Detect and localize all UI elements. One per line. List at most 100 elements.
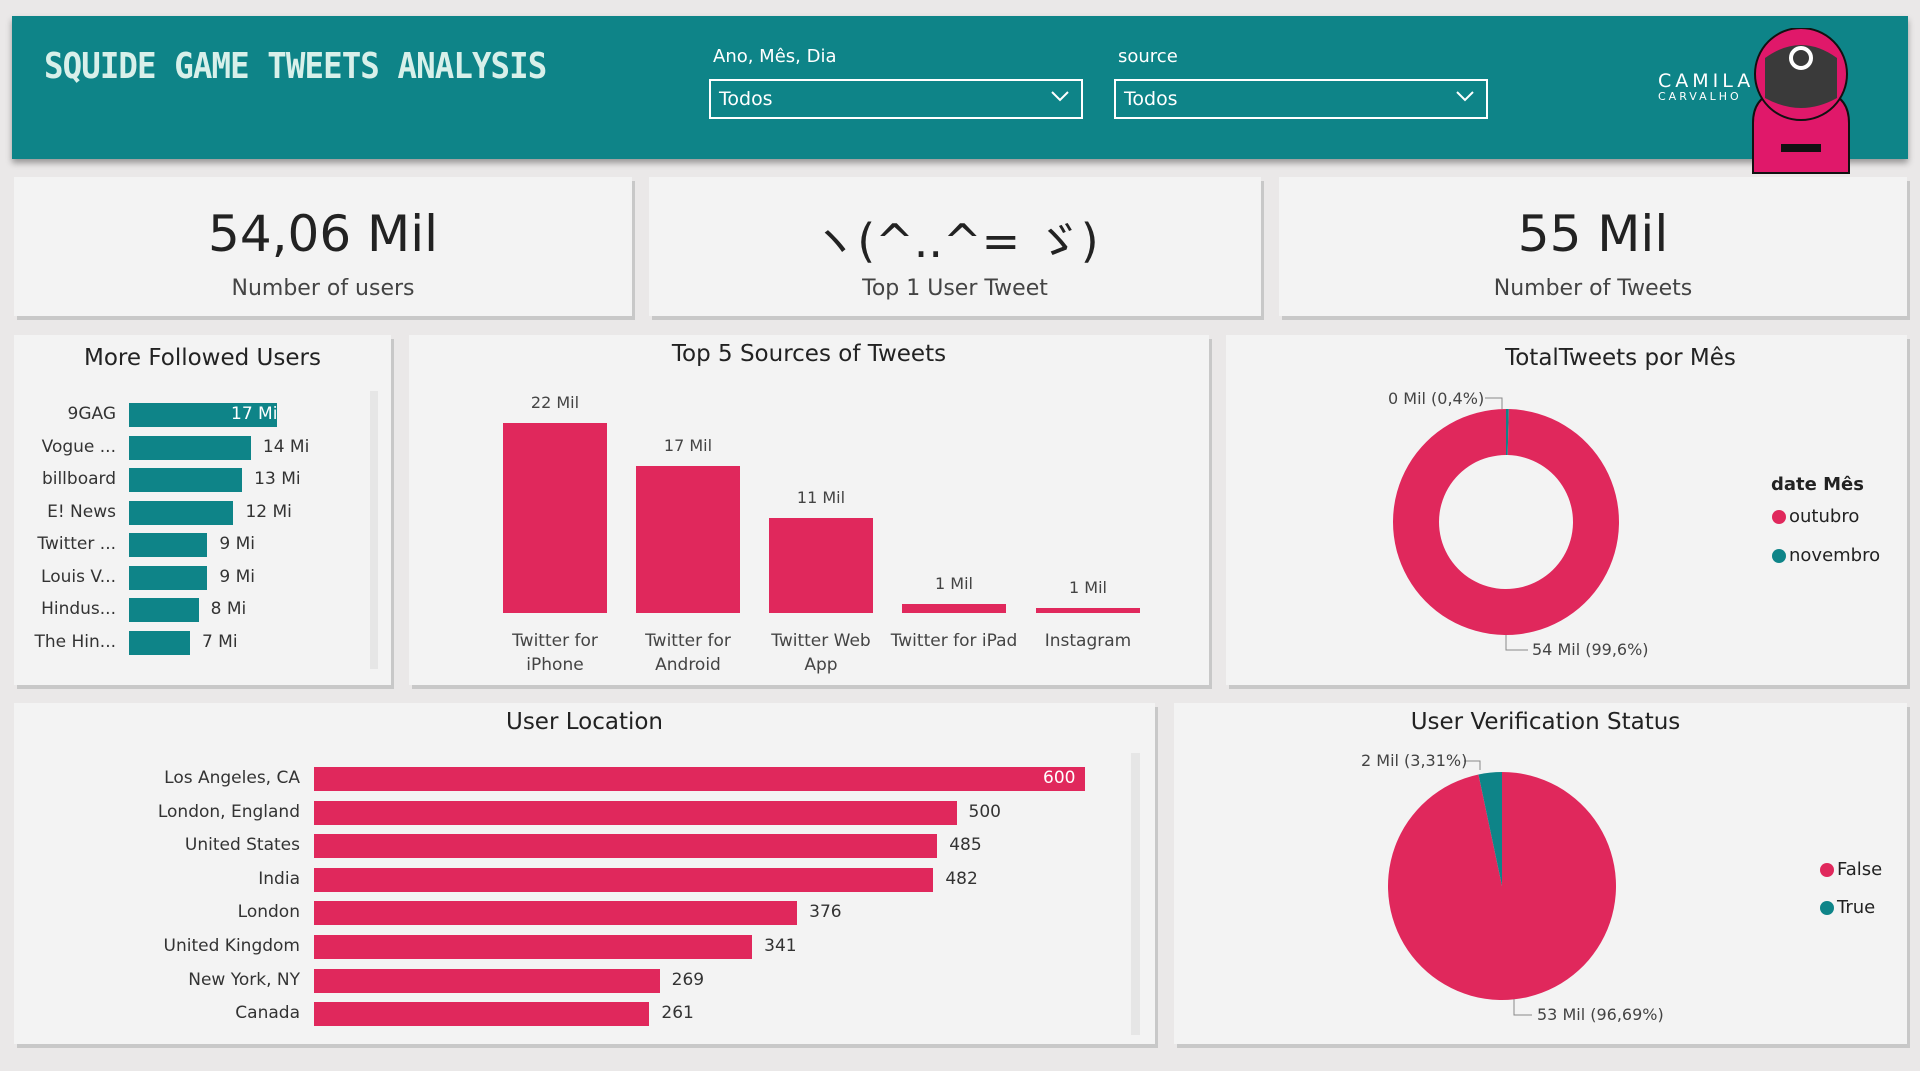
slice-label-false: 53 Mil (96,69%): [1537, 1005, 1664, 1024]
bar: [314, 800, 957, 825]
bar: [314, 767, 1085, 791]
bar-category-label: India: [258, 868, 300, 889]
bar: [314, 1002, 650, 1027]
bar-category-label: Vogue ...: [41, 436, 116, 457]
bar-category-label: Instagram: [1044, 631, 1132, 651]
bar-category-label: London, England: [157, 801, 300, 822]
bar: [129, 565, 208, 590]
bar: [129, 630, 190, 655]
bar: [314, 867, 934, 892]
scrollbar[interactable]: [370, 391, 378, 669]
bar-value-label: 9 Mi: [219, 534, 255, 554]
legend-item-novembro[interactable]: novembro: [1772, 545, 1880, 566]
bar: [314, 901, 798, 926]
legend-item-false[interactable]: False: [1820, 859, 1882, 880]
scrollbar[interactable]: [1131, 753, 1140, 1035]
bar-category-label: Twitter for iPhone: [512, 631, 598, 675]
slice-outubro[interactable]: [1392, 409, 1619, 635]
bar-category-label: New York, NY: [188, 969, 300, 990]
bar-value-label: 13 Mi: [254, 469, 301, 489]
bar-value-label: 482: [945, 868, 978, 889]
date-slicer-value: Todos: [719, 88, 773, 110]
user-location-card: User Location Los Angeles, CA 600 London, …: [14, 703, 1155, 1044]
bar-value-label: 22 Mil: [530, 393, 580, 412]
date-slicer-dropdown[interactable]: Todos: [709, 79, 1083, 119]
tweets-per-month-card: TotalTweets por Mês date Mês outubro nov…: [1226, 335, 1907, 685]
bar: [314, 834, 938, 859]
bar: [129, 533, 208, 557]
bar-value-label: 1 Mil: [935, 574, 973, 594]
legend-title: date Mês: [1771, 474, 1864, 495]
users-label: Number of users: [231, 276, 415, 301]
bar-category-label: The Hin...: [34, 631, 116, 652]
bar-category-label: United Kingdom: [163, 936, 300, 956]
bar-value-label: 376: [809, 902, 842, 923]
bar: [636, 466, 740, 613]
bar-value-label: 600: [1043, 768, 1076, 788]
bar-category-label: Canada: [235, 1003, 300, 1024]
bar-value-label: 500: [968, 801, 1001, 822]
chart-title: User Location: [505, 709, 663, 735]
bar-category-label: E! News: [47, 501, 116, 522]
bar-category-label: Louis V...: [41, 566, 116, 587]
bar-category-label: Twitter ...: [37, 534, 116, 554]
bar: [1036, 607, 1140, 613]
bar-category-label: 9GAG: [67, 404, 117, 424]
bar: [314, 968, 660, 993]
leader-line-novembro: [1485, 397, 1503, 409]
bar-value-label: 17 Mil: [663, 436, 713, 456]
bar-category-label: Twitter Web App: [771, 631, 871, 675]
source-slicer-value: Todos: [1124, 88, 1178, 110]
date-slicer-label: Ano, Mês, Dia: [713, 46, 837, 67]
kpi-card-top-user: ヽ(^..^= ゞ) Top 1 User Tweet: [649, 177, 1261, 316]
source-slicer-dropdown[interactable]: Todos: [1114, 79, 1488, 119]
header-bar: SQUIDE GAME TWEETS ANALYSIS Ano, Mês, Di…: [12, 16, 1908, 159]
bar-category-label: Hindus...: [41, 599, 116, 619]
slice-label-novembro: 0 Mil (0,4%): [1388, 389, 1485, 408]
leader-line-outubro: [1505, 635, 1528, 651]
top-user-label: Top 1 User Tweet: [862, 276, 1048, 301]
more-followed-users-card: More Followed Users 9GAG 17 Mi Vogue ... 14…: [14, 335, 391, 685]
squid-game-guard-icon: [1752, 28, 1850, 174]
pie-chart: [1388, 760, 1616, 1016]
bar-value-label: 1 Mil: [1069, 577, 1107, 597]
bar-value-label: 17 Mi: [231, 404, 278, 424]
leader-line-false: [1513, 999, 1532, 1016]
users-value: 54,06 Mil: [208, 205, 438, 263]
bar-value-label: 485: [949, 835, 982, 856]
tweets-label: Number of Tweets: [1493, 276, 1693, 301]
bar-value-label: 7 Mi: [201, 631, 238, 652]
bar: [503, 423, 607, 613]
bar: [129, 468, 243, 492]
bar-value-label: 261: [661, 1003, 694, 1024]
bar-value-label: 14 Mi: [262, 436, 310, 457]
chart-title: Top 5 Sources of Tweets: [671, 341, 947, 367]
kpi-card-tweets: 55 Mil Number of Tweets: [1279, 177, 1907, 316]
bar-category-label: Twitter for iPad: [890, 631, 1018, 651]
slice-label-true: 2 Mil (3,31%): [1361, 751, 1468, 770]
dashboard-title: SQUIDE GAME TWEETS ANALYSIS: [44, 46, 547, 87]
bar: [129, 500, 234, 525]
bar: [769, 518, 873, 613]
legend-dot: [1772, 548, 1786, 563]
kpi-card-users: 54,06 Mil Number of users: [14, 177, 632, 316]
bar-category-label: Twitter for Android: [645, 631, 731, 675]
author-logo: CAMILA CARVALHO: [1658, 70, 1755, 103]
legend-item-outubro[interactable]: outubro: [1772, 506, 1859, 527]
legend-item-true[interactable]: True: [1820, 897, 1875, 918]
user-verification-card: User Verification Status False True 2 Mi…: [1174, 703, 1907, 1044]
source-slicer-label: source: [1118, 46, 1178, 67]
bar-value-label: 9 Mi: [219, 566, 255, 587]
bar-category-label: London: [237, 902, 300, 923]
chevron-down-icon: [1051, 91, 1069, 102]
bar-category-label: United States: [184, 835, 300, 856]
bar-value-label: 341: [764, 936, 797, 956]
chevron-down-icon: [1456, 91, 1474, 102]
bar-value-label: 11 Mil: [796, 488, 846, 507]
chart-title: More Followed Users: [84, 345, 321, 371]
bar-category-label: billboard: [41, 469, 116, 489]
top-user-value: ヽ(^..^= ゞ): [811, 214, 1099, 268]
legend-dot: [1820, 900, 1834, 915]
bar: [902, 604, 1006, 613]
bar: [314, 935, 753, 959]
